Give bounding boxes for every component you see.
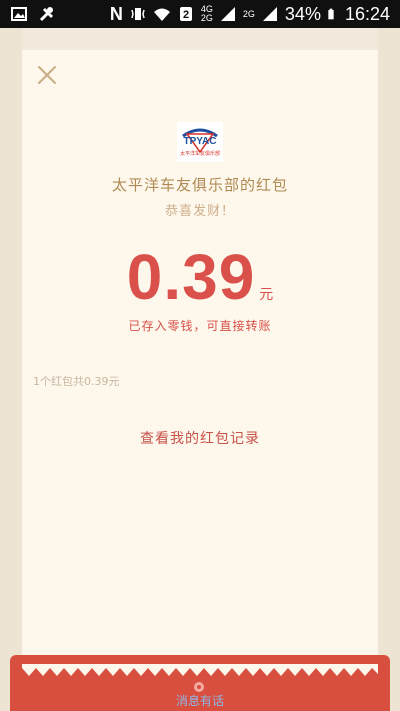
view-records-link[interactable]: 查看我的红包记录: [22, 428, 378, 448]
signal-icon-1: [220, 7, 235, 21]
network-type: 4G 2G: [201, 5, 213, 23]
amount-display: 0.39 元: [22, 240, 378, 314]
sender-logo: TPYAC 太平洋车友俱乐部: [177, 122, 223, 162]
saved-note: 已存入零钱，可直接转账: [128, 319, 272, 333]
network-bottom-label: 2G: [200, 13, 213, 23]
battery-icon: [328, 8, 334, 20]
greeting: 恭喜发财！: [164, 204, 235, 219]
nfc-icon: N: [109, 4, 123, 24]
clock: 16:24: [344, 4, 390, 24]
tools-icon: [39, 7, 54, 22]
sim-2-icon: 2: [179, 7, 192, 21]
bottom-label[interactable]: 消息有话: [0, 692, 400, 709]
zigzag-edge: [22, 664, 378, 676]
image-icon: [11, 7, 27, 21]
logo-brand: TPYAC: [184, 136, 217, 147]
close-icon[interactable]: [36, 64, 58, 86]
vibrate-icon: [131, 8, 145, 20]
network-label: 2G: [242, 8, 255, 19]
amount-value: 0.39: [126, 241, 256, 313]
status-bar-left: [10, 5, 56, 23]
side-shadow-left: [0, 28, 22, 711]
logo-subtitle: 太平洋车友俱乐部: [180, 150, 220, 157]
battery-percent: 34%: [284, 4, 321, 24]
side-shadow-right: [378, 28, 400, 711]
amount-unit: 元: [259, 287, 274, 303]
packet-summary: 1个红包共0.39元: [33, 375, 120, 388]
wifi-icon: [153, 8, 170, 21]
svg-text:2: 2: [183, 9, 189, 21]
sender-line: 太平洋车友俱乐部的红包: [111, 176, 288, 194]
status-bar: N 2 4G 2G 2G 34% 16:24: [0, 0, 400, 28]
status-bar-right: N 2 4G 2G 2G 34% 16:24: [110, 4, 390, 24]
red-packet-card: TPYAC 太平洋车友俱乐部 太平洋车友俱乐部的红包 恭喜发财！ 0.39 元 已…: [22, 50, 378, 670]
signal-icon-2: [262, 7, 277, 21]
